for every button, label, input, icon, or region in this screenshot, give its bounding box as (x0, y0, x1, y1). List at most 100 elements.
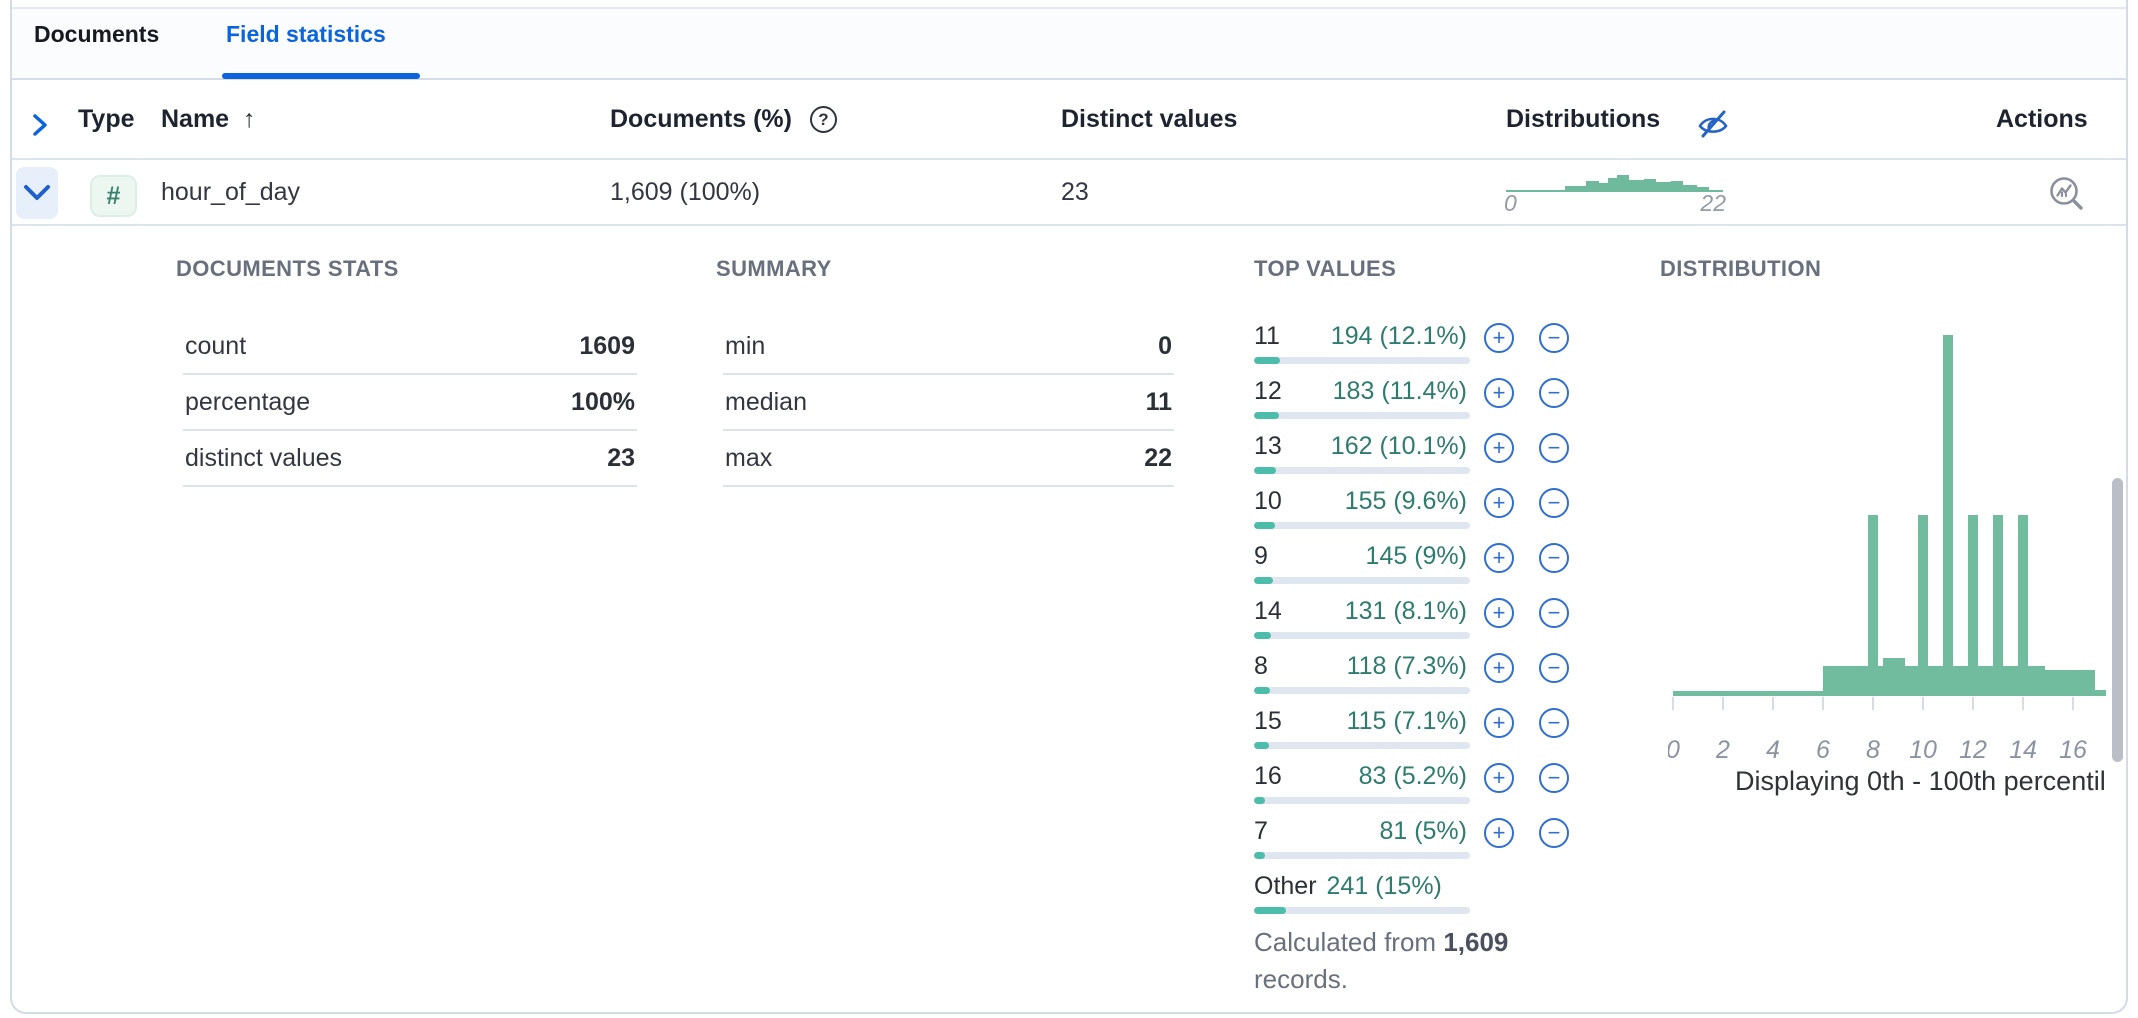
chevron-down-icon (22, 183, 52, 203)
col-header-distinct-values: Distinct values (1061, 80, 1237, 158)
top-value-count: 118 (7.3%) (1254, 652, 1467, 681)
stat-row: max 22 (723, 431, 1174, 487)
filter-out-value-button[interactable]: − (1539, 433, 1569, 463)
hide-distributions-eye-slash-icon[interactable] (1692, 102, 1734, 144)
collapse-row-button[interactable] (16, 167, 58, 219)
filter-for-value-button[interactable]: + (1484, 818, 1514, 848)
stat-label: median (725, 388, 807, 417)
documents-stats-title: DOCUMENTS STATS (176, 256, 399, 282)
top-value-bar-fill (1254, 797, 1265, 804)
top-value-bar-track (1254, 412, 1470, 419)
top-value-bar-fill (1254, 742, 1269, 749)
filter-for-value-button[interactable]: + (1484, 323, 1514, 353)
col-header-actions: Actions (1996, 80, 2088, 158)
top-value-bar-track (1254, 522, 1470, 529)
col-header-documents: Documents (%) (610, 80, 792, 158)
mini-chart-min-label: 0 (1504, 190, 1517, 217)
top-value-row: 13162 (10.1%)+− (1254, 430, 1574, 485)
top-value-bar-track (1254, 797, 1470, 804)
filter-out-value-button[interactable]: − (1539, 323, 1569, 353)
mini-distribution-chart (1506, 166, 1723, 192)
summary-title: SUMMARY (716, 256, 832, 282)
filter-out-value-button[interactable]: − (1539, 543, 1569, 573)
filter-out-value-button[interactable]: − (1539, 708, 1569, 738)
filter-out-value-button[interactable]: − (1539, 378, 1569, 408)
top-value-bar-track (1254, 357, 1470, 364)
tab-field-statistics[interactable]: Field statistics (226, 0, 386, 69)
top-value-row: 9145 (9%)+− (1254, 540, 1574, 595)
top-values-title: TOP VALUES (1254, 256, 1396, 282)
filter-out-value-button[interactable]: − (1539, 818, 1569, 848)
filter-out-value-button[interactable]: − (1539, 598, 1569, 628)
top-value-bar-fill (1254, 412, 1279, 419)
top-value-row: 8118 (7.3%)+− (1254, 650, 1574, 705)
axis-tick-label: 10 (1909, 736, 1937, 764)
stat-label: max (725, 444, 772, 473)
filter-for-value-button[interactable]: + (1484, 763, 1514, 793)
top-value-bar-fill (1254, 687, 1270, 694)
filter-out-value-button[interactable]: − (1539, 488, 1569, 518)
top-value-bar-track (1254, 632, 1470, 639)
col-header-name[interactable]: Name (161, 80, 229, 158)
axis-tick-label: 8 (1866, 736, 1880, 764)
vertical-scrollbar[interactable] (2112, 478, 2123, 762)
tab-documents[interactable]: Documents (34, 0, 159, 69)
distribution-caption: Displaying 0th - 100th percentiles (1735, 766, 2105, 802)
top-value-count: 162 (10.1%) (1254, 432, 1467, 461)
help-icon[interactable]: ? (810, 106, 837, 133)
field-distinct-value: 23 (1061, 160, 1089, 224)
stat-value: 1609 (579, 332, 635, 361)
col-header-type: Type (78, 80, 135, 158)
filter-out-value-button[interactable]: − (1539, 763, 1569, 793)
filter-for-value-button[interactable]: + (1484, 433, 1514, 463)
stat-row: median 11 (723, 375, 1174, 431)
top-value-count: 131 (8.1%) (1254, 597, 1467, 626)
stat-label: distinct values (185, 444, 342, 473)
top-value-row: 15115 (7.1%)+− (1254, 705, 1574, 760)
top-value-bar-track (1254, 467, 1470, 474)
top-value-row: Other241 (15%) (1254, 870, 1574, 925)
axis-tick-label: 2 (1715, 736, 1730, 764)
expand-all-chevron-icon[interactable] (24, 110, 54, 140)
explore-field-magnifier-icon[interactable] (2046, 174, 2086, 214)
top-values-footer: Calculated from 1,609 records. (1254, 924, 1554, 998)
documents-stats-table: count 1609 percentage100% distinct values 23 (183, 319, 637, 487)
top-value-bar-fill (1254, 907, 1286, 914)
top-value-count: 81 (5%) (1254, 817, 1467, 846)
top-value-count: 194 (12.1%) (1254, 322, 1467, 351)
filter-for-value-button[interactable]: + (1484, 378, 1514, 408)
top-value-row: 781 (5%)+− (1254, 815, 1574, 870)
distribution-title: DISTRIBUTION (1660, 256, 1821, 282)
axis-tick-label: 16 (2059, 736, 2087, 764)
top-values-list: 11194 (12.1%)+−12183 (11.4%)+−13162 (10.… (1254, 320, 1574, 925)
number-field-type-badge: # (90, 175, 137, 217)
top-value-other: Other241 (15%) (1254, 872, 1442, 901)
stat-value: 0 (1158, 332, 1172, 361)
row-divider (12, 224, 2126, 226)
distribution-chart: 0246810121416 (1668, 330, 2106, 770)
stat-value: 23 (607, 444, 635, 473)
sort-ascending-icon[interactable]: ↑ (243, 80, 256, 158)
stat-label: count (185, 332, 246, 361)
field-documents-value: 1,609 (100%) (610, 160, 760, 224)
top-value-bar-fill (1254, 577, 1273, 584)
top-value-count: 83 (5.2%) (1254, 762, 1467, 791)
top-value-key: Other (1254, 872, 1317, 900)
top-value-bar-track (1254, 852, 1470, 859)
top-value-bar-track (1254, 687, 1470, 694)
filter-out-value-button[interactable]: − (1539, 653, 1569, 683)
stat-value: 11 (1146, 388, 1172, 417)
stat-label: min (725, 332, 765, 361)
stat-value: 22 (1144, 444, 1172, 473)
filter-for-value-button[interactable]: + (1484, 488, 1514, 518)
top-value-bar-fill (1254, 522, 1275, 529)
stat-row: count 1609 (183, 319, 637, 375)
top-value-bar-fill (1254, 357, 1280, 364)
filter-for-value-button[interactable]: + (1484, 598, 1514, 628)
top-value-row: 1683 (5.2%)+− (1254, 760, 1574, 815)
filter-for-value-button[interactable]: + (1484, 708, 1514, 738)
top-value-count: 145 (9%) (1254, 542, 1467, 571)
filter-for-value-button[interactable]: + (1484, 653, 1514, 683)
filter-for-value-button[interactable]: + (1484, 543, 1514, 573)
stat-row: percentage100% (183, 375, 637, 431)
